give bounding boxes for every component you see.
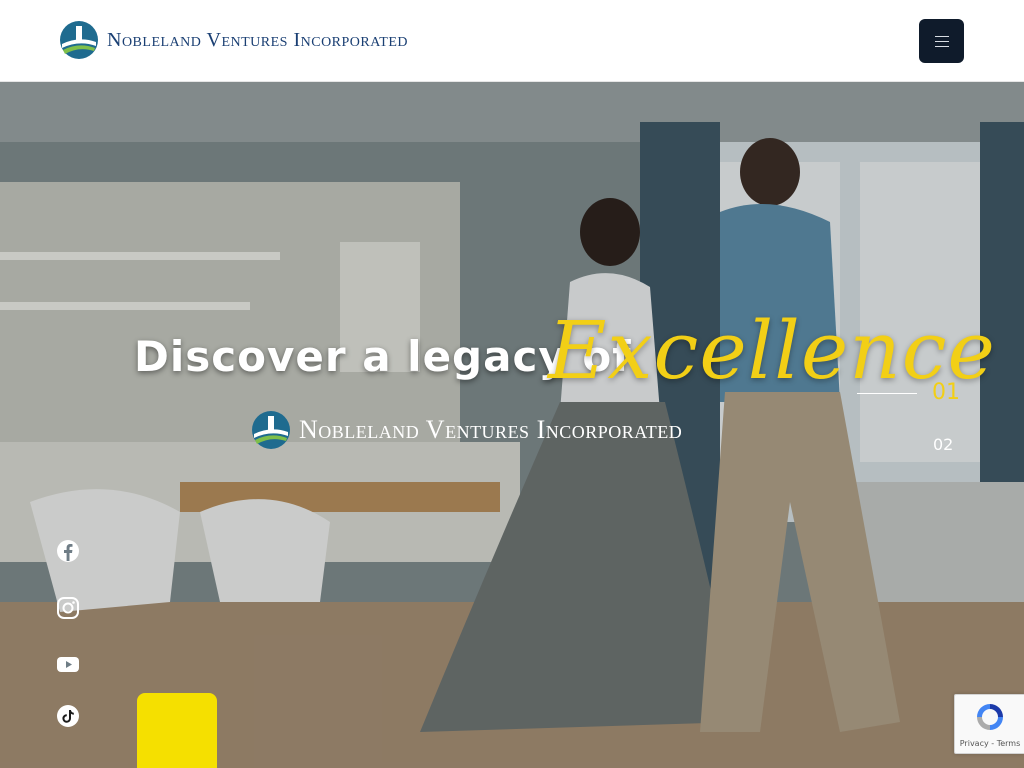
hero-brand-name: Nobleland Ventures Incorporated <box>299 415 683 444</box>
recaptcha-badge[interactable]: Privacy - Terms <box>954 694 1024 754</box>
menu-button[interactable] <box>919 19 964 63</box>
slide-current-number[interactable]: 01 <box>932 380 960 405</box>
logo-emblem-icon <box>60 21 98 59</box>
instagram-icon[interactable] <box>56 596 80 620</box>
recaptcha-icon <box>977 704 1003 730</box>
hero-section: Discover a legacy of Excellence Noblelan… <box>0 82 1024 768</box>
logo-emblem-icon <box>252 411 290 449</box>
recaptcha-links[interactable]: Privacy - Terms <box>955 739 1024 748</box>
slide-next-number[interactable]: 02 <box>933 435 953 454</box>
tiktok-icon[interactable] <box>56 704 80 728</box>
hero-script-word: Excellence <box>548 304 996 397</box>
slide-indicator-line <box>857 393 917 394</box>
yellow-action-button[interactable] <box>137 693 217 768</box>
site-header: Nobleland Ventures Incorporated <box>0 0 1024 82</box>
facebook-icon[interactable] <box>56 539 80 563</box>
youtube-icon[interactable] <box>56 652 80 676</box>
brand-logo[interactable]: Nobleland Ventures Incorporated <box>59 20 408 60</box>
hero-brand-logo: Nobleland Ventures Incorporated <box>251 410 682 450</box>
brand-name: Nobleland Ventures Incorporated <box>107 28 409 51</box>
hamburger-icon <box>934 35 949 47</box>
